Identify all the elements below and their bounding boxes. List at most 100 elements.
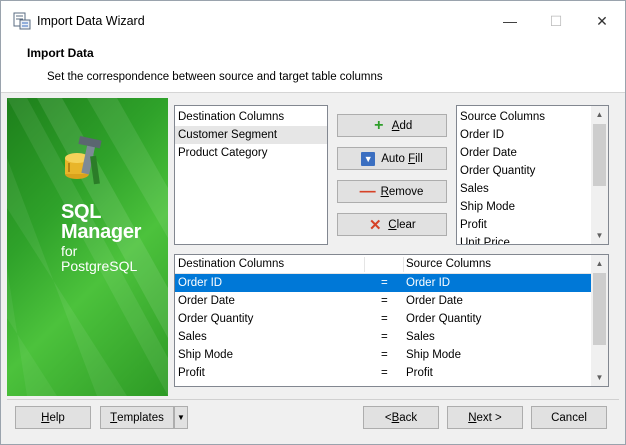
list-header: Source Columns <box>460 111 546 123</box>
banner-product-sql: SQL <box>61 201 102 223</box>
list-item[interactable]: Order Quantity <box>457 162 608 180</box>
grid-body: Order ID = Order ID Order Date = Order D… <box>175 274 591 382</box>
source-list-scrollbar[interactable]: ▲ ▼ <box>591 106 608 244</box>
wizard-header: Import Data Set the correspondence betwe… <box>1 41 625 93</box>
clear-button-label: Clear <box>388 219 416 231</box>
scroll-down-icon[interactable]: ▼ <box>591 369 608 386</box>
clear-hotkey: C <box>388 218 397 231</box>
import-data-wizard-window: Import Data Wizard — ☐ ✕ Import Data Set… <box>0 0 626 445</box>
remove-button[interactable]: — Remove <box>337 180 447 203</box>
scroll-down-icon[interactable]: ▼ <box>591 227 608 244</box>
list-item[interactable]: Order Date <box>457 144 608 162</box>
banner-product-for: for <box>61 243 78 259</box>
close-icon: ✕ <box>596 12 608 29</box>
remove-hotkey: R <box>380 185 389 198</box>
row-source: Profit <box>406 367 433 379</box>
remove-label-rest: emove <box>388 185 424 198</box>
page-subtitle: Set the correspondence between source an… <box>47 71 383 83</box>
row-equals: = <box>381 349 388 361</box>
next-button[interactable]: Next > <box>447 406 523 429</box>
row-destination: Order Date <box>178 295 235 307</box>
mapping-grid-scrollbar[interactable]: ▲ ▼ <box>591 255 608 386</box>
plus-icon: + <box>374 116 384 134</box>
table-row[interactable]: Ship Mode = Ship Mode <box>175 346 591 364</box>
minimize-button[interactable]: — <box>487 1 533 41</box>
banner-product-manager: Manager <box>61 221 142 243</box>
add-button[interactable]: + Add <box>337 114 447 137</box>
maximize-button[interactable]: ☐ <box>533 1 579 41</box>
grid-header-source[interactable]: Source Columns <box>403 255 491 274</box>
table-row[interactable]: Sales = Sales <box>175 328 591 346</box>
title-bar: Import Data Wizard — ☐ ✕ <box>1 1 625 41</box>
list-item[interactable]: Customer Segment <box>175 126 327 144</box>
list-item[interactable]: Ship Mode <box>457 198 608 216</box>
maximize-icon: ☐ <box>549 12 563 29</box>
row-source: Order ID <box>406 277 451 289</box>
x-icon: ✕ <box>368 216 382 234</box>
table-row[interactable]: Order Date = Order Date <box>175 292 591 310</box>
clear-button[interactable]: ✕ Clear <box>337 213 447 236</box>
grid-header-destination[interactable]: Destination Columns <box>175 255 284 274</box>
cancel-button[interactable]: Cancel <box>531 406 607 429</box>
templates-hotkey: T <box>110 411 118 424</box>
row-destination: Order Quantity <box>178 313 254 325</box>
grid-header-divider <box>364 257 365 272</box>
next-hotkey: N <box>468 411 477 424</box>
window-title: Import Data Wizard <box>37 14 145 28</box>
list-item[interactable]: Unit Price <box>457 234 608 244</box>
templates-button[interactable]: Templates <box>100 406 174 429</box>
clear-label-rest: lear <box>396 218 416 231</box>
scrollbar-thumb[interactable] <box>593 124 606 186</box>
help-button[interactable]: Help <box>15 406 91 429</box>
footer-divider <box>7 399 619 400</box>
row-equals: = <box>381 331 388 343</box>
templates-label-rest: emplates <box>117 411 164 424</box>
product-banner: SQL Manager for PostgreSQL <box>7 98 168 396</box>
row-destination: Order ID <box>178 277 223 289</box>
row-destination: Ship Mode <box>178 349 233 361</box>
templates-dropdown-button[interactable]: ▼ <box>174 406 188 429</box>
close-button[interactable]: ✕ <box>579 1 625 41</box>
list-item[interactable]: Profit <box>457 216 608 234</box>
column-mapping-grid[interactable]: Destination Columns Source Columns Order… <box>174 254 609 387</box>
list-item[interactable]: Sales <box>457 180 608 198</box>
source-columns-list[interactable]: Source Columns Order ID Order Date Order… <box>456 105 609 245</box>
destination-columns-list[interactable]: Destination Columns Customer Segment Pro… <box>174 105 328 245</box>
auto-fill-button-label: Auto Fill <box>381 153 423 165</box>
scroll-up-icon[interactable]: ▲ <box>591 106 608 123</box>
wizard-app-icon <box>13 12 31 30</box>
auto-fill-button[interactable]: ▼ Auto Fill <box>337 147 447 170</box>
list-item[interactable]: Order ID <box>457 126 608 144</box>
banner-product-postgresql: PostgreSQL <box>61 258 138 274</box>
remove-button-label: Remove <box>381 186 424 198</box>
minus-icon: — <box>359 182 376 200</box>
table-row[interactable]: Profit = Profit <box>175 364 591 382</box>
row-source: Order Date <box>406 295 463 307</box>
list-item[interactable]: Product Category <box>175 144 327 162</box>
row-destination: Profit <box>178 367 205 379</box>
back-label-pre: < <box>384 411 392 424</box>
back-hotkey: B <box>391 411 400 424</box>
auto-fill-label-pre: Auto <box>381 152 409 165</box>
help-hotkey: H <box>41 411 50 424</box>
table-row[interactable]: Order ID = Order ID <box>175 274 591 292</box>
add-button-label: Add <box>392 120 412 132</box>
back-label-rest: ack <box>399 411 418 424</box>
chevron-down-icon: ▼ <box>177 413 185 422</box>
row-equals: = <box>381 295 388 307</box>
row-equals: = <box>381 313 388 325</box>
add-label-rest: dd <box>399 119 413 132</box>
auto-fill-icon: ▼ <box>361 151 376 166</box>
table-row[interactable]: Order Quantity = Order Quantity <box>175 310 591 328</box>
row-source: Sales <box>406 331 435 343</box>
list-header: Destination Columns <box>178 111 285 123</box>
row-destination: Sales <box>178 331 207 343</box>
page-title: Import Data <box>27 46 94 60</box>
row-source: Ship Mode <box>406 349 461 361</box>
scroll-up-icon[interactable]: ▲ <box>591 255 608 272</box>
auto-fill-label-rest: ill <box>415 152 423 165</box>
tools-icon <box>59 136 115 192</box>
scrollbar-thumb[interactable] <box>593 273 606 345</box>
row-equals: = <box>381 367 388 379</box>
back-button[interactable]: < Back <box>363 406 439 429</box>
